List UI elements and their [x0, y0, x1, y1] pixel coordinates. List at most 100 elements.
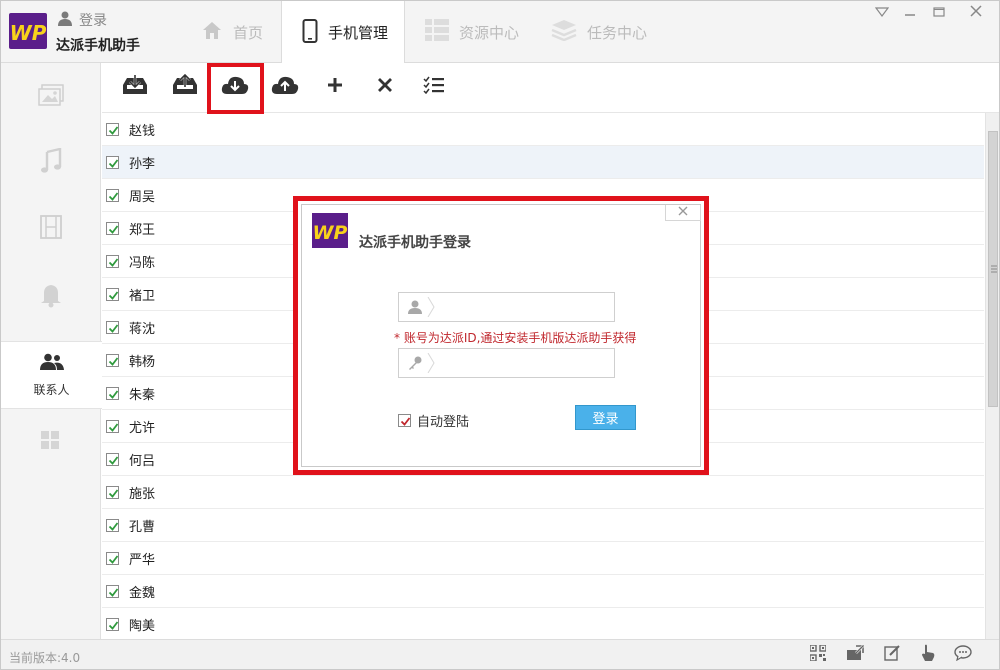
video-icon	[40, 215, 62, 243]
contact-checkbox[interactable]	[106, 617, 119, 631]
delete-contact-button[interactable]	[365, 67, 405, 107]
field-separator	[427, 353, 435, 373]
contact-name: 孙李	[129, 156, 156, 172]
auto-login-label: 自动登陆	[417, 415, 470, 430]
auto-login-option[interactable]: 自动登陆	[398, 411, 469, 430]
login-button[interactable]: 登录	[575, 405, 636, 430]
cloud-upload-button[interactable]	[265, 67, 305, 107]
contact-row[interactable]: 孔曹	[102, 509, 984, 542]
contact-name: 赵钱	[129, 123, 156, 139]
cloud-download-button[interactable]	[215, 67, 255, 107]
maximize-button[interactable]	[927, 5, 951, 21]
qrcode-button[interactable]	[809, 644, 827, 665]
sidebar-item-contacts[interactable]: 联系人	[1, 341, 102, 409]
contact-checkbox[interactable]	[106, 452, 119, 466]
contact-checkbox[interactable]	[106, 584, 119, 598]
tab-home[interactable]: 首页	[181, 1, 281, 63]
contact-checkbox[interactable]	[106, 518, 119, 532]
version-label: 当前版本:4.0	[9, 651, 81, 665]
contact-row[interactable]: 陶美	[102, 608, 984, 639]
contact-row[interactable]: 施张	[102, 476, 984, 509]
contact-checkbox[interactable]	[106, 221, 119, 235]
contact-name: 尤许	[129, 420, 156, 436]
sidebar-item-notifications[interactable]	[1, 263, 101, 331]
contact-name: 严华	[129, 552, 156, 568]
sidebar-item-apps[interactable]	[1, 409, 101, 477]
dialog-logo: WP	[312, 213, 348, 248]
grid-icon	[425, 19, 449, 45]
select-all-button[interactable]	[414, 67, 454, 107]
contact-name: 陶美	[129, 618, 156, 634]
sidebar-item-photos[interactable]	[1, 63, 101, 131]
layers-icon	[551, 19, 577, 45]
login-link-label: 登录	[79, 13, 107, 29]
contact-checkbox[interactable]	[106, 320, 119, 334]
phone-icon	[302, 18, 318, 47]
tab-resource-center[interactable]: 资源中心	[405, 1, 531, 63]
dialog-close-button[interactable]	[665, 205, 701, 221]
contact-name: 褚卫	[129, 288, 156, 304]
menu-button[interactable]	[870, 5, 894, 21]
contact-row[interactable]: 赵钱	[102, 113, 984, 146]
password-input[interactable]	[439, 352, 609, 374]
svg-text:WP: WP	[10, 21, 47, 45]
scrollbar-thumb[interactable]	[988, 131, 998, 407]
chat-button[interactable]	[954, 645, 972, 665]
user-icon	[57, 10, 73, 30]
username-input[interactable]	[439, 296, 609, 318]
contact-checkbox[interactable]	[106, 419, 119, 433]
contact-checkbox[interactable]	[106, 254, 119, 268]
toolbar	[102, 63, 999, 113]
export-status-button[interactable]	[846, 645, 864, 664]
minimize-button[interactable]	[898, 5, 922, 21]
contact-checkbox[interactable]	[106, 386, 119, 400]
add-contact-button[interactable]	[315, 67, 355, 107]
import-button[interactable]	[115, 67, 155, 107]
tab-phone-manage-label: 手机管理	[328, 24, 389, 42]
status-bar: 当前版本:4.0	[1, 639, 999, 669]
bell-icon	[40, 282, 62, 312]
contact-row[interactable]: 严华	[102, 542, 984, 575]
delete-icon	[377, 77, 393, 97]
qrcode-icon	[809, 644, 827, 665]
tab-phone-manage[interactable]: 手机管理	[281, 1, 405, 64]
app-logo: WP	[9, 13, 47, 49]
contact-checkbox[interactable]	[106, 485, 119, 499]
login-dialog-highlight: WP 达派手机助手登录 * 账号为达派ID,通过安装手机版达派助手获得 自动登陆…	[293, 196, 709, 475]
app-name: 达派手机助手	[56, 38, 140, 54]
close-button[interactable]	[961, 5, 991, 21]
export-button[interactable]	[165, 67, 205, 107]
contact-name: 韩杨	[129, 354, 156, 370]
upload-tray-icon	[172, 73, 198, 100]
pointer-button[interactable]	[919, 644, 937, 666]
contact-name: 郑王	[129, 222, 156, 238]
contact-checkbox[interactable]	[106, 287, 119, 301]
field-separator	[427, 297, 435, 317]
contact-checkbox[interactable]	[106, 353, 119, 367]
sidebar-item-music[interactable]	[1, 129, 101, 197]
svg-text:WP: WP	[313, 222, 348, 244]
auto-login-checkbox[interactable]	[398, 414, 411, 427]
username-field[interactable]	[398, 292, 615, 322]
maximize-icon	[933, 6, 945, 21]
scrollbar[interactable]	[985, 113, 999, 639]
contact-checkbox[interactable]	[106, 188, 119, 202]
password-field[interactable]	[398, 348, 615, 378]
contact-name: 施张	[129, 486, 156, 502]
menu-icon	[874, 6, 890, 21]
contact-checkbox[interactable]	[106, 155, 119, 169]
checklist-icon	[423, 76, 445, 98]
contact-checkbox[interactable]	[106, 551, 119, 565]
contacts-icon	[39, 353, 64, 375]
pointer-icon	[921, 644, 935, 666]
close-icon	[970, 5, 982, 21]
sidebar-item-video[interactable]	[1, 195, 101, 263]
login-link[interactable]: 登录	[57, 10, 107, 30]
edit-button[interactable]	[883, 645, 901, 664]
contact-row[interactable]: 金魏	[102, 575, 984, 608]
contact-checkbox[interactable]	[106, 122, 119, 136]
chat-icon	[954, 645, 972, 665]
tab-task-center[interactable]: 任务中心	[531, 1, 661, 63]
contact-row[interactable]: 孙李	[102, 146, 984, 179]
app-window: WP 登录 达派手机助手 首页 手机管理 资源中心 任务中心 联系人 赵钱 孙李…	[0, 0, 1000, 670]
